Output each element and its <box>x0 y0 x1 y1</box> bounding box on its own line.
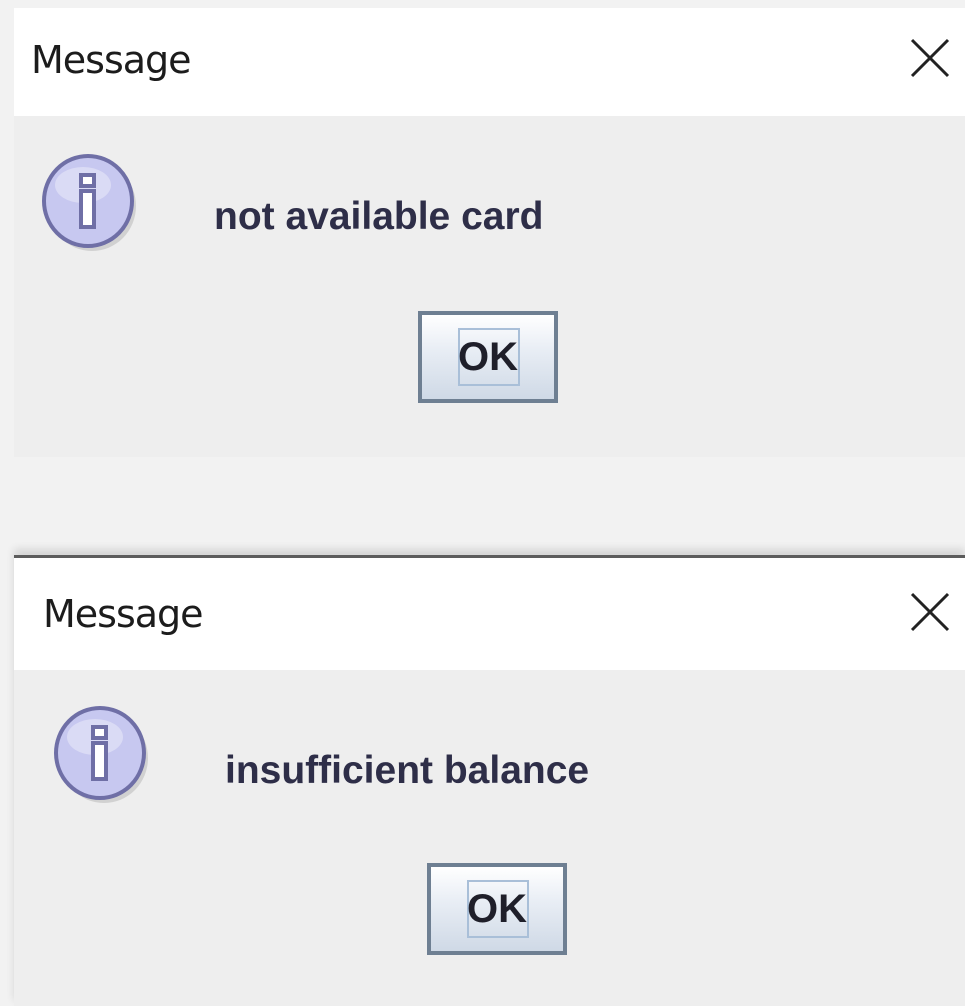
dialog-titlebar[interactable]: Message <box>14 8 965 116</box>
info-icon <box>51 705 151 805</box>
close-icon <box>910 38 950 78</box>
close-button[interactable] <box>902 30 958 86</box>
dialog-title: Message <box>43 592 204 636</box>
dialog-message: not available card <box>214 195 544 238</box>
dialog-title: Message <box>31 38 192 82</box>
ok-button[interactable]: OK <box>418 311 558 403</box>
ok-button-label: OK <box>458 335 518 379</box>
message-dialog-1: Message not available card OK <box>14 8 965 457</box>
dialog-titlebar[interactable]: Message <box>14 558 965 670</box>
message-dialog-2: Message insufficient balance OK <box>14 555 965 1006</box>
ok-button[interactable]: OK <box>427 863 567 955</box>
close-icon <box>910 592 950 632</box>
close-button[interactable] <box>902 584 958 640</box>
ok-button-label: OK <box>467 887 527 931</box>
dialog-message: insufficient balance <box>225 749 590 792</box>
info-icon <box>39 153 139 253</box>
